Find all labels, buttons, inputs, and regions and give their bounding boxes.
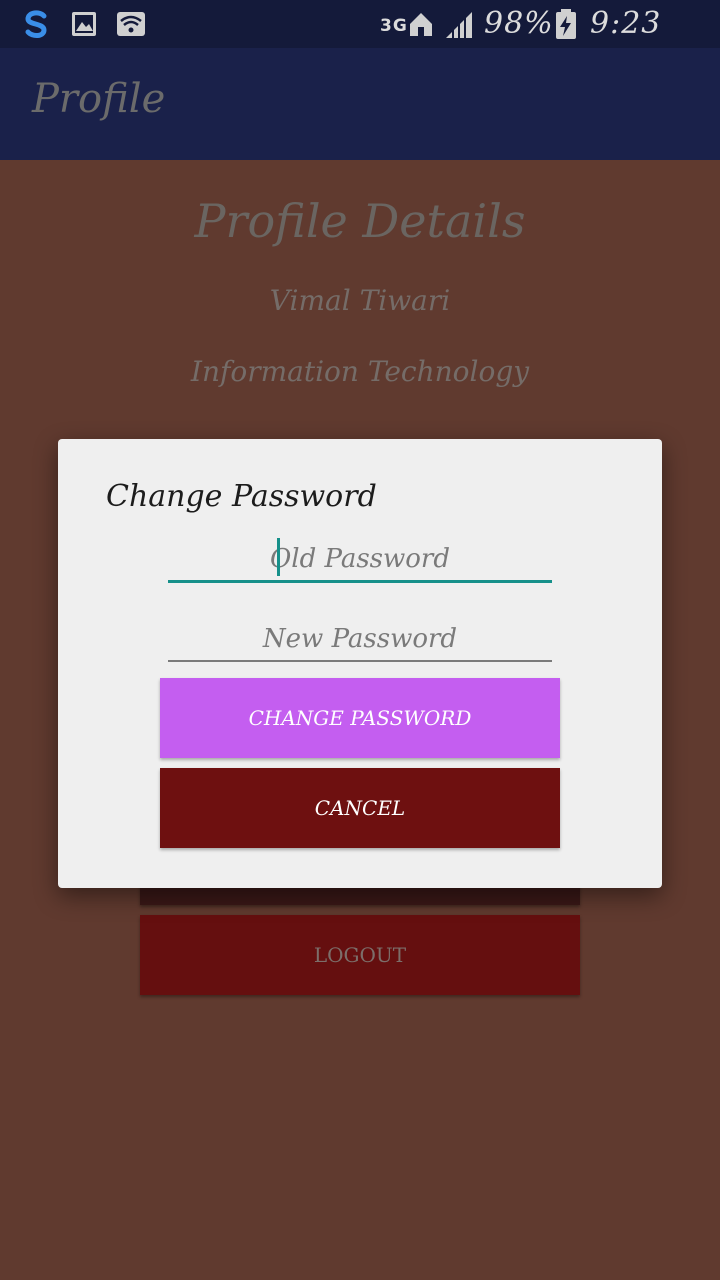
signal-icon [446, 12, 472, 38]
profile-details-heading: Profile Details [194, 194, 526, 248]
profile-name: Vimal Tiwari [269, 284, 451, 317]
text-cursor [277, 538, 280, 576]
change-password-label: CHANGE PASSWORD [248, 706, 472, 730]
change-password-dialog: Change Password CHANGE PASSWORD CANCEL [58, 439, 662, 888]
old-password-field[interactable] [168, 537, 552, 581]
cancel-label: CANCEL [314, 796, 406, 820]
app-bar: Profile [0, 48, 720, 160]
change-password-button[interactable]: CHANGE PASSWORD [160, 678, 560, 758]
old-password-input[interactable] [168, 537, 552, 581]
sync-s-icon [25, 10, 47, 38]
home-icon [410, 13, 432, 36]
new-password-input[interactable] [168, 617, 552, 661]
wifi-icon [117, 12, 145, 36]
new-password-field[interactable] [168, 617, 552, 661]
battery-percent: 98% [484, 6, 554, 41]
cancel-button[interactable]: CANCEL [160, 768, 560, 848]
network-type: 3G [380, 16, 408, 36]
dialog-title: Change Password [106, 479, 377, 514]
gallery-icon [72, 12, 96, 36]
profile-department: Information Technology [190, 355, 530, 388]
battery-charging-icon [556, 9, 576, 39]
logout-label: LOGOUT [313, 943, 407, 967]
new-password-underline [168, 660, 552, 662]
status-bar: 3G 98% 9:23 am [0, 0, 720, 77]
app-bar-title: Profile [32, 76, 166, 122]
logout-button[interactable]: LOGOUT [140, 915, 580, 995]
old-password-underline [168, 580, 552, 583]
